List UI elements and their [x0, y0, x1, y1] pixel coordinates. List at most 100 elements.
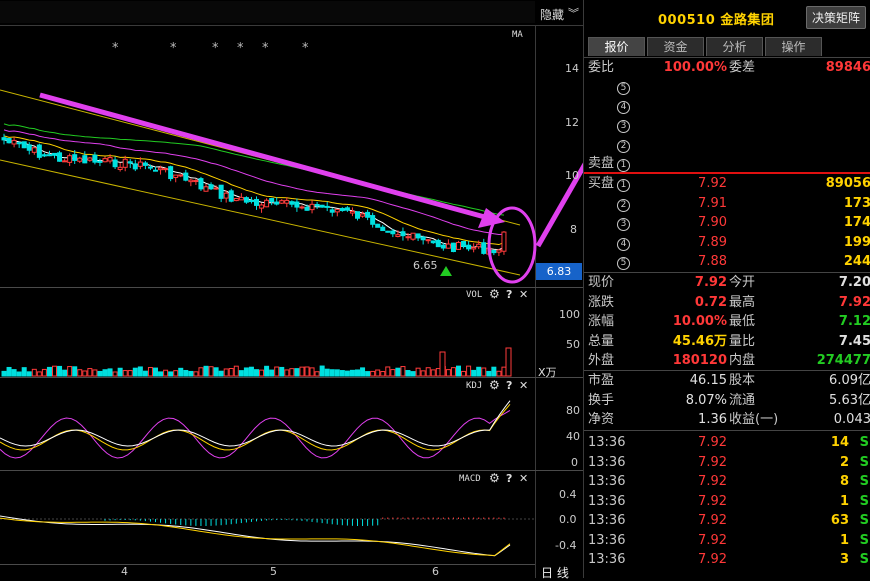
tab-funds[interactable]: 资金	[647, 37, 704, 56]
stat-row: 现价 7.92 今开 7.20	[584, 273, 870, 293]
tick-price: 7.92	[698, 532, 727, 548]
month-label-4: 4	[121, 565, 128, 578]
bid-volume: 89056	[825, 176, 870, 191]
svg-text:*: *	[262, 41, 269, 56]
tab-analysis[interactable]: 分析	[706, 37, 763, 56]
stat-row: 涨幅 10.00% 最低 7.12	[584, 312, 870, 332]
stat-value: 7.92	[838, 294, 870, 310]
stat-label: 涨跌	[588, 294, 615, 310]
fundamental-row: 换手 8.07% 流通 5.63亿	[584, 391, 870, 411]
stat-value: 0.043	[833, 412, 870, 427]
vol-help-icon[interactable]: ?	[506, 288, 512, 301]
stat-label: 股本	[729, 373, 756, 388]
ma-label: MA	[512, 30, 523, 40]
vol-axis-50: 50	[566, 338, 580, 351]
stat-label: 量比	[729, 333, 756, 349]
bid-price: 7.91	[698, 195, 727, 211]
tick-side: S	[859, 552, 869, 567]
tick-side: S	[859, 493, 869, 509]
bid-level-2-icon: 2	[617, 194, 630, 214]
tab-quote[interactable]: 报价	[588, 37, 645, 56]
stat-value: 8.07%	[685, 392, 727, 408]
sell-level-4-icon: 4	[617, 101, 630, 114]
macd-close-icon[interactable]: ✕	[519, 472, 528, 485]
low-price-label: 6.65	[413, 259, 438, 272]
bid-price: 7.90	[698, 215, 727, 230]
svg-text:*: *	[237, 41, 244, 56]
bid-level-4-icon: 4	[617, 233, 630, 253]
tick-side: S	[859, 435, 869, 450]
vol-axis-100: 100	[559, 308, 580, 321]
bid-price: 7.92	[698, 176, 727, 191]
sell-level-5-icon: 5	[617, 82, 630, 95]
tick-row: 13:36 7.92 1 S	[584, 531, 870, 551]
vol-settings-icon[interactable]: ⚙	[489, 287, 500, 301]
tick-volume: 14	[830, 435, 849, 450]
stat-value: 1.36	[698, 412, 727, 427]
stat-label: 最低	[729, 314, 756, 329]
macd-settings-icon[interactable]: ⚙	[489, 471, 500, 485]
period-daily-button[interactable]: 日 线	[541, 564, 569, 581]
vol-label: VOL	[466, 290, 483, 300]
stat-label: 换手	[588, 392, 615, 408]
bid-price: 7.89	[698, 234, 727, 250]
tick-volume: 2	[839, 454, 849, 470]
tick-volume: 3	[839, 552, 849, 567]
bid-volume: 174	[843, 215, 870, 230]
bid-level-3-icon: 3	[617, 213, 630, 233]
stat-value: 180120	[672, 353, 727, 368]
expand-icon[interactable]: ︾	[568, 5, 579, 21]
month-label-6: 6	[432, 565, 439, 578]
macd-label: MACD	[459, 474, 481, 484]
macd-help-icon[interactable]: ?	[506, 472, 512, 485]
stat-row: 涨跌 0.72 最高 7.92	[584, 293, 870, 313]
stat-row: 总量 45.46万 量比 7.45	[584, 332, 870, 352]
tick-row: 13:36 7.92 1 S	[584, 492, 870, 512]
vol-close-icon[interactable]: ✕	[519, 288, 528, 301]
svg-text:*: *	[170, 41, 177, 56]
stat-label: 内盘	[729, 353, 756, 368]
bid-row: 2 7.91 173	[584, 194, 870, 214]
tab-operation[interactable]: 操作	[765, 37, 822, 56]
tick-time: 13:36	[588, 435, 626, 450]
tick-time: 13:36	[588, 474, 626, 489]
price-axis-10: 10	[565, 169, 579, 182]
stat-label: 外盘	[588, 353, 615, 368]
tick-side: S	[859, 513, 869, 528]
quote-panel: 000510 金路集团 决策矩阵 报价 资金 分析 操作 委比 100.00% …	[583, 0, 870, 578]
macd-axis-zero: 0.0	[559, 513, 577, 526]
stat-label: 净资	[588, 412, 615, 427]
stat-label: 流通	[729, 392, 756, 408]
kline-chart-panel[interactable]: * * * * * * 隐藏 ︾ MA 14 12 10 8 6.83 6.65 VOL …	[0, 0, 583, 581]
tick-volume: 63	[830, 513, 849, 528]
tick-time: 13:36	[588, 513, 626, 528]
bid-level-5-icon: 5	[617, 252, 630, 272]
kdj-settings-icon[interactable]: ⚙	[489, 378, 500, 392]
price-axis-12: 12	[565, 116, 579, 129]
current-price-tag: 6.83	[536, 263, 582, 280]
stat-label: 最高	[729, 294, 756, 310]
bid-row: 买盘 1 7.92 89056	[584, 174, 870, 194]
macd-axis-pos: 0.4	[559, 488, 577, 501]
tick-price: 7.92	[698, 493, 727, 509]
stat-label: 今开	[729, 275, 756, 290]
buy-label: 买盘	[588, 176, 615, 191]
stat-value: 46.15	[689, 373, 727, 388]
decision-matrix-button[interactable]: 决策矩阵	[805, 6, 866, 29]
sell-level-3-icon: 3	[617, 120, 630, 133]
stat-value: 7.45	[838, 333, 870, 349]
bid-row: 4 7.89 199	[584, 233, 870, 253]
kdj-close-icon[interactable]: ✕	[519, 379, 528, 392]
fundamental-row: 市盈 46.15 股本 6.09亿	[584, 371, 870, 391]
tick-price: 7.92	[698, 435, 727, 450]
tick-price: 7.92	[698, 513, 727, 528]
kdj-axis-0: 0	[571, 456, 578, 469]
hide-button[interactable]: 隐藏	[540, 6, 564, 23]
stat-value: 7.12	[838, 314, 870, 329]
tick-volume: 8	[839, 474, 849, 489]
kdj-help-icon[interactable]: ?	[506, 379, 512, 392]
tick-volume: 1	[839, 493, 849, 509]
tick-row: 13:36 7.92 3 S	[584, 550, 870, 570]
stat-value: 5.63亿	[829, 392, 870, 408]
svg-text:*: *	[212, 41, 219, 56]
